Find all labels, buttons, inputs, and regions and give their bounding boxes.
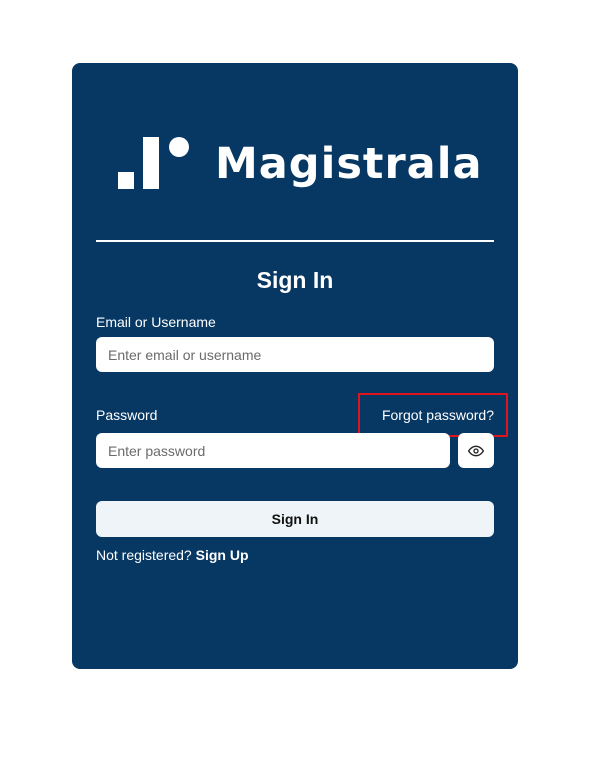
page-title: Sign In xyxy=(256,267,334,293)
show-password-button[interactable] xyxy=(458,433,494,468)
email-label: Email or Username xyxy=(96,314,216,330)
password-input[interactable] xyxy=(96,433,450,468)
sign-in-card: Magistrala Sign In Email or Username Pas… xyxy=(72,63,518,669)
magistrala-logo-icon xyxy=(118,137,189,189)
brand-logo: Magistrala xyxy=(118,135,481,193)
register-prompt: Not registered? xyxy=(96,547,192,563)
sign-up-link[interactable]: Sign Up xyxy=(196,547,249,563)
eye-icon xyxy=(468,445,484,456)
register-line: Not registered? Sign Up xyxy=(96,546,249,564)
email-input[interactable] xyxy=(96,337,494,372)
divider xyxy=(96,240,494,242)
sign-in-button[interactable]: Sign In xyxy=(96,501,494,537)
brand-name: Magistrala xyxy=(215,139,483,189)
password-label: Password xyxy=(96,407,158,423)
forgot-password-link[interactable]: Forgot password? xyxy=(382,406,494,424)
